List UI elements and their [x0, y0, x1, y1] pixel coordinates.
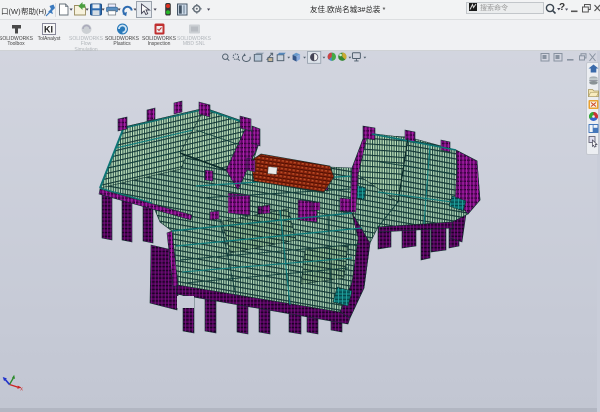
svg-text:X: X: [20, 387, 23, 392]
svg-text:KI: KI: [44, 25, 53, 35]
